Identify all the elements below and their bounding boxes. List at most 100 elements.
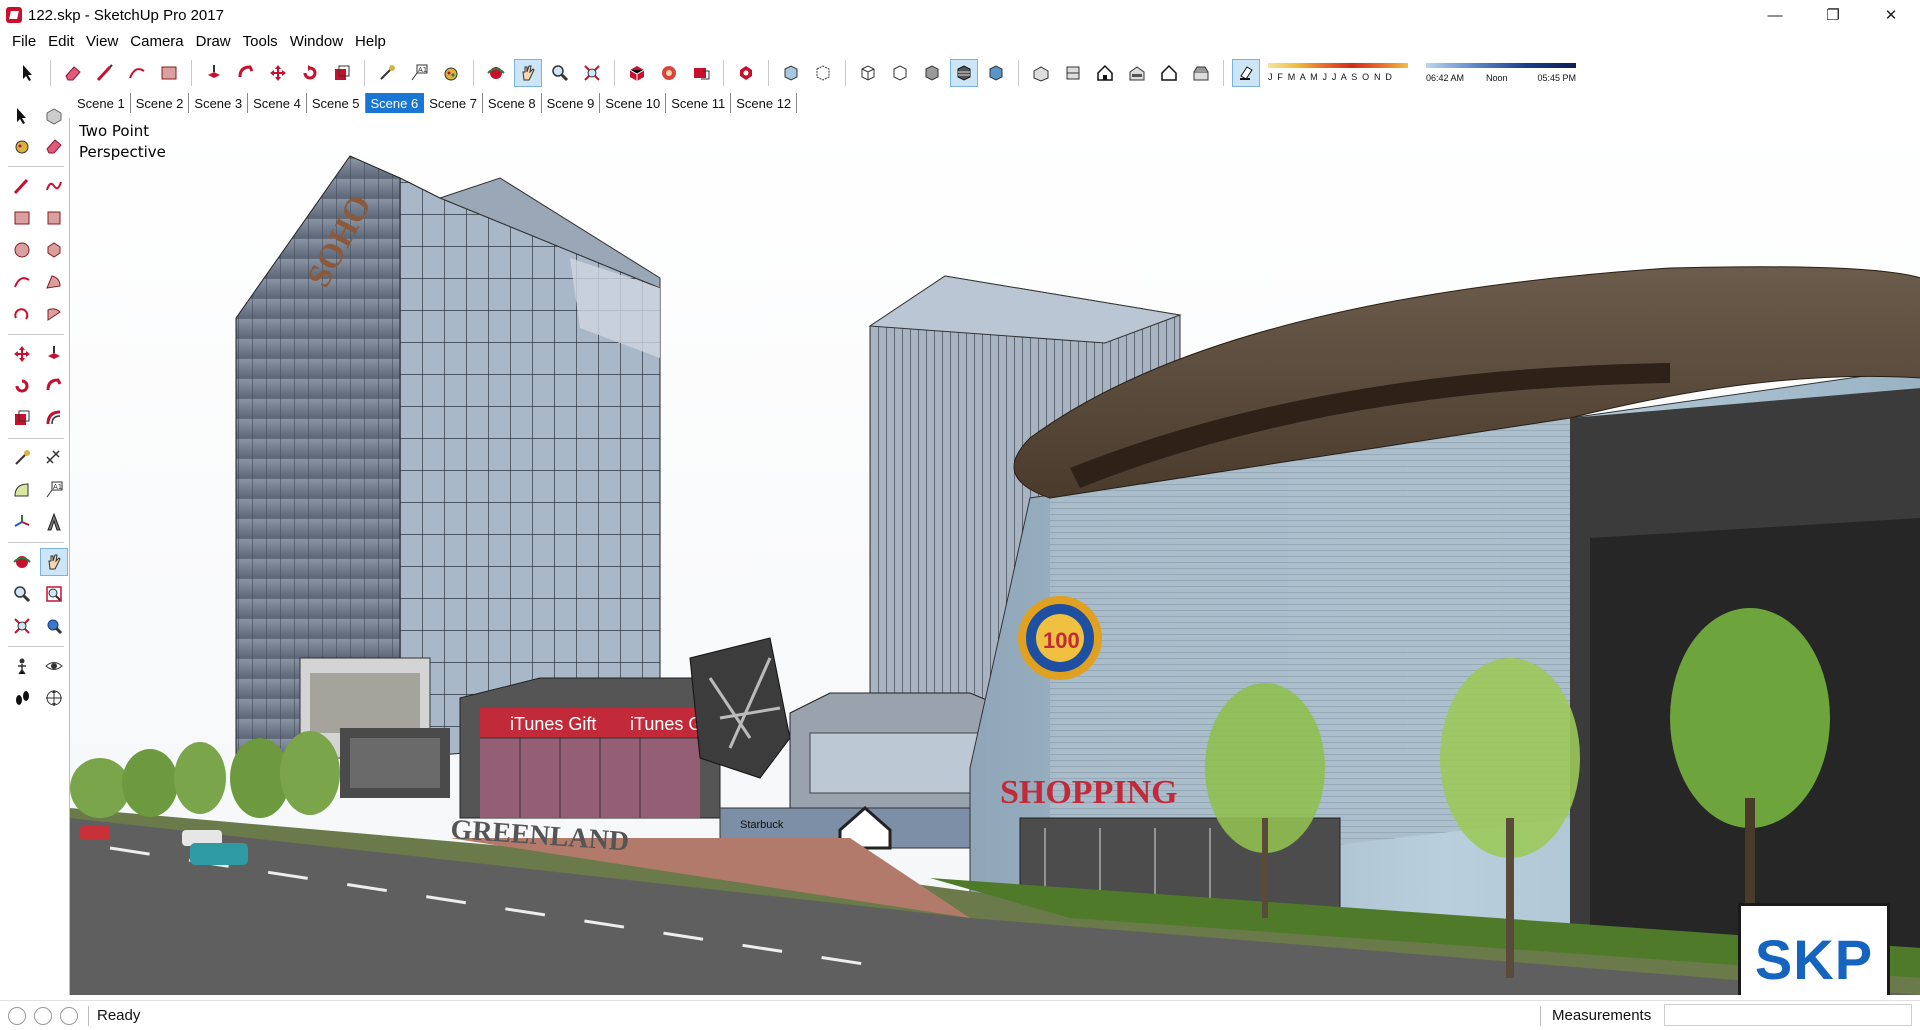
3d-warehouse-icon[interactable]	[623, 59, 651, 87]
line-tool-icon[interactable]	[91, 59, 119, 87]
tab-scene-6[interactable]: Scene 6	[365, 93, 425, 113]
shadow-month-slider[interactable]: J F M A M J J A S O N D	[1268, 60, 1408, 86]
section-plane-tool-icon[interactable]	[40, 684, 68, 712]
pan-tool-icon[interactable]	[40, 548, 68, 576]
shaded-style-icon[interactable]	[918, 59, 946, 87]
tab-scene-1[interactable]: Scene 1	[72, 93, 131, 113]
text-tool-icon[interactable]: A1	[40, 476, 68, 504]
right-view-icon[interactable]	[1123, 59, 1151, 87]
close-button[interactable]: ✕	[1862, 0, 1920, 30]
rectangle-tool-icon[interactable]	[8, 204, 36, 232]
orbit-tool-icon[interactable]	[8, 548, 36, 576]
menu-edit[interactable]: Edit	[42, 33, 80, 50]
axes-tool-icon[interactable]	[8, 508, 36, 536]
shaded-textures-style-icon[interactable]	[950, 59, 978, 87]
left-view-icon[interactable]	[1187, 59, 1215, 87]
rotated-rectangle-tool-icon[interactable]	[40, 204, 68, 232]
pie-tool-icon[interactable]	[40, 300, 68, 328]
freehand-tool-icon[interactable]	[40, 172, 68, 200]
iso-view-icon[interactable]	[1027, 59, 1055, 87]
pan-tool-icon[interactable]	[514, 59, 542, 87]
menu-file[interactable]: File	[6, 33, 42, 50]
top-view-icon[interactable]	[1059, 59, 1087, 87]
offset-tool-icon[interactable]	[40, 404, 68, 432]
tab-scene-2[interactable]: Scene 2	[131, 93, 190, 113]
arc-tool-icon[interactable]	[123, 59, 151, 87]
tape-measure-tool-icon[interactable]	[8, 444, 36, 472]
menu-window[interactable]: Window	[284, 33, 349, 50]
share-model-icon[interactable]	[655, 59, 683, 87]
shadow-month-strip[interactable]: J F M A M J J A S O N D	[1268, 60, 1408, 86]
tab-scene-8[interactable]: Scene 8	[483, 93, 542, 113]
shadows-toggle-icon[interactable]	[1232, 59, 1260, 87]
position-camera-tool-icon[interactable]	[8, 652, 36, 680]
eraser-tool-icon[interactable]	[40, 132, 68, 160]
restore-button[interactable]: ❐	[1804, 0, 1862, 30]
scale-tool-icon[interactable]	[8, 404, 36, 432]
xray-style-icon[interactable]	[777, 59, 805, 87]
hidden-line-style-icon[interactable]	[886, 59, 914, 87]
shadow-time-slider[interactable]: 06:42 AM Noon 05:45 PM	[1426, 60, 1576, 86]
menu-help[interactable]: Help	[349, 33, 392, 50]
follow-me-tool-icon[interactable]	[232, 59, 260, 87]
tab-scene-11[interactable]: Scene 11	[666, 93, 732, 113]
zoom-tool-icon[interactable]	[546, 59, 574, 87]
credits-icon[interactable]	[34, 1006, 52, 1025]
zoom-extents-tool-icon[interactable]	[578, 59, 606, 87]
make-component-icon[interactable]	[40, 102, 68, 130]
text-tool-icon[interactable]: A1	[405, 59, 433, 87]
geo-location-icon[interactable]	[8, 1006, 26, 1025]
extension-warehouse-icon[interactable]	[732, 59, 760, 87]
push-pull-tool-icon[interactable]	[200, 59, 228, 87]
protractor-tool-icon[interactable]	[8, 476, 36, 504]
measurements-input[interactable]	[1664, 1004, 1912, 1026]
paint-bucket-tool-icon[interactable]	[437, 59, 465, 87]
tab-scene-4[interactable]: Scene 4	[248, 93, 307, 113]
tab-scene-5[interactable]: Scene 5	[307, 93, 366, 113]
eraser-tool-icon[interactable]	[59, 59, 87, 87]
drawing-viewport[interactable]: Two Point Perspective SOHO iTunes Gift i…	[69, 118, 1920, 995]
rotate-tool-icon[interactable]	[296, 59, 324, 87]
scale-tool-icon[interactable]	[328, 59, 356, 87]
arc-tool-icon[interactable]	[8, 268, 36, 296]
line-tool-icon[interactable]	[8, 172, 36, 200]
rectangle-tool-icon[interactable]	[155, 59, 183, 87]
front-view-icon[interactable]	[1091, 59, 1119, 87]
zoom-tool-icon[interactable]	[8, 580, 36, 608]
move-tool-icon[interactable]	[8, 340, 36, 368]
back-view-icon[interactable]	[1155, 59, 1183, 87]
select-tool-icon[interactable]	[14, 59, 42, 87]
move-tool-icon[interactable]	[264, 59, 292, 87]
two-point-arc-tool-icon[interactable]	[40, 268, 68, 296]
back-edges-style-icon[interactable]	[809, 59, 837, 87]
3d-text-tool-icon[interactable]	[40, 508, 68, 536]
menu-view[interactable]: View	[80, 33, 124, 50]
previous-view-icon[interactable]	[40, 612, 68, 640]
zoom-extents-tool-icon[interactable]	[8, 612, 36, 640]
rotate-tool-icon[interactable]	[8, 372, 36, 400]
menu-camera[interactable]: Camera	[124, 33, 189, 50]
minimize-button[interactable]: —	[1746, 0, 1804, 30]
tape-measure-tool-icon[interactable]	[373, 59, 401, 87]
wireframe-style-icon[interactable]	[854, 59, 882, 87]
three-point-arc-tool-icon[interactable]	[8, 300, 36, 328]
walk-tool-icon[interactable]	[8, 684, 36, 712]
user-account-icon[interactable]	[60, 1006, 78, 1025]
tab-scene-3[interactable]: Scene 3	[189, 93, 249, 113]
menu-tools[interactable]: Tools	[237, 33, 284, 50]
tab-scene-12[interactable]: Scene 12	[731, 93, 798, 113]
tab-scene-7[interactable]: Scene 7	[424, 93, 483, 113]
tab-scene-9[interactable]: Scene 9	[542, 93, 601, 113]
push-pull-tool-icon[interactable]	[40, 340, 68, 368]
paint-bucket-tool-icon[interactable]	[8, 132, 36, 160]
menu-draw[interactable]: Draw	[190, 33, 237, 50]
follow-me-tool-icon[interactable]	[40, 372, 68, 400]
orbit-tool-icon[interactable]	[482, 59, 510, 87]
share-component-icon[interactable]	[687, 59, 715, 87]
tab-scene-10[interactable]: Scene 10	[600, 93, 667, 113]
circle-tool-icon[interactable]	[8, 236, 36, 264]
look-around-tool-icon[interactable]	[40, 652, 68, 680]
monochrome-style-icon[interactable]	[982, 59, 1010, 87]
model-scene[interactable]: SOHO iTunes Gift iTunes Gi Starbuck SHOP…	[70, 118, 1920, 995]
select-tool-icon[interactable]	[8, 102, 36, 130]
